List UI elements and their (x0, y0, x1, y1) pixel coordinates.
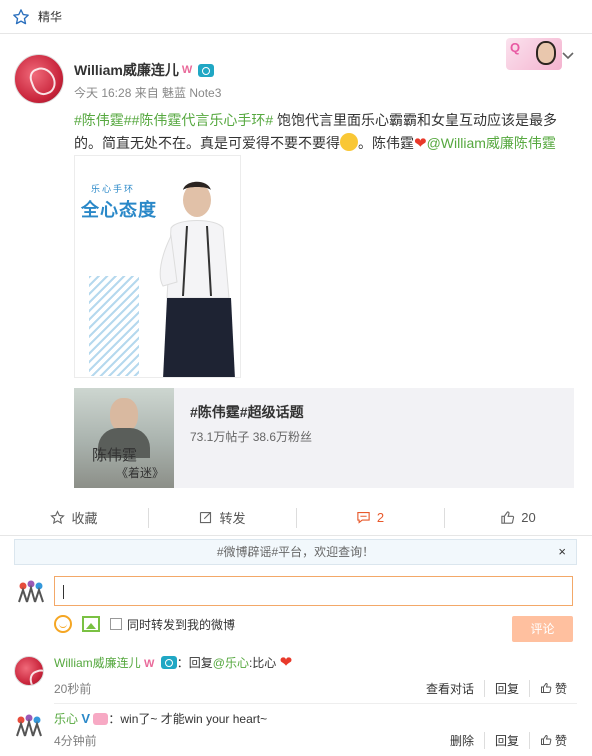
post-content: William威廉连儿 W 今天 16:28 来自 魅蓝 Note3 #陈伟霆#… (74, 60, 574, 155)
comment-item: William威廉连儿 W ：回复@乐心:比心 ❤ 20秒前 查看对话 回复 赞 (14, 654, 577, 700)
repost-button[interactable]: 转发 (148, 500, 296, 535)
card-q-glyph: Q (510, 40, 521, 55)
comment-button[interactable]: 2 (296, 500, 444, 535)
action-bar: 收藏 转发 2 20 (0, 500, 592, 536)
author-name[interactable]: William威廉连儿 (74, 60, 179, 80)
favorite-button[interactable]: 收藏 (0, 500, 148, 535)
comment-text: :比心 (248, 656, 277, 670)
comment-body: 乐心 V ：win了~ 才能win your heart~ (54, 710, 267, 728)
post-text: #陈伟霆##陈伟霆代言乐心手环# 饱饱代言里面乐心霸霸和女皇互动应该是最多的。简… (74, 109, 574, 155)
comment-icon (357, 511, 370, 524)
reply-link[interactable]: 回复 (483, 732, 529, 749)
comment-count: 2 (376, 510, 385, 525)
topic-card-stats: 73.1万帖子 38.6万粉丝 (190, 430, 313, 444)
topic-link[interactable]: #陈伟霆代言乐心手环# (132, 112, 274, 128)
like-count: 20 (521, 510, 536, 525)
top-bar-label: 精华 (38, 10, 63, 24)
like-link-label: 赞 (554, 682, 567, 696)
topic-link[interactable]: #陈伟霆# (74, 112, 132, 128)
heart-badge-icon[interactable] (93, 713, 109, 725)
comment-ops: 删除 回复 赞 (440, 732, 577, 749)
favorite-label: 收藏 (71, 511, 98, 526)
heart-emoji-icon: ❤ (414, 135, 427, 152)
commenter-name[interactable]: William威廉连儿 (54, 656, 141, 670)
like-link[interactable]: 赞 (528, 680, 577, 697)
repost-label: 转发 (219, 511, 246, 526)
poster-tag: 乐心手环 (91, 184, 136, 194)
repost-icon (200, 511, 212, 524)
like-link-label: 赞 (554, 734, 567, 748)
like-button[interactable]: 20 (444, 500, 592, 535)
divider (54, 703, 577, 704)
repost-checkbox[interactable] (110, 618, 122, 630)
submit-comment-button[interactable]: 评论 (512, 616, 573, 642)
comment-body: William威廉连儿 W ：回复@乐心:比心 ❤ (54, 654, 292, 673)
laugh-cry-emoji-icon (340, 133, 358, 151)
comment-time: 20秒前 (54, 682, 92, 696)
topic-card-title[interactable]: #陈伟霆#超级话题 (190, 402, 304, 422)
close-icon[interactable]: × (558, 540, 566, 564)
post-image[interactable]: 乐心手环 全心态度 (74, 155, 241, 378)
topic-card[interactable]: 陈伟霆 《着迷》 #陈伟霆#超级话题 73.1万帖子 38.6万粉丝 (74, 388, 574, 488)
thumbs-up-icon (540, 682, 552, 693)
star-icon (13, 8, 29, 24)
comment-text: ：win了~ 才能win your heart~ (108, 712, 268, 726)
post-meta: 今天 16:28 来自 魅蓝 Note3 (74, 86, 222, 100)
commenter-avatar[interactable] (14, 656, 44, 686)
camera-badge-icon[interactable] (160, 656, 177, 669)
poster-person (159, 181, 235, 377)
commenter-avatar[interactable] (14, 712, 44, 742)
current-user-avatar[interactable] (16, 578, 46, 608)
comment-time: 4分钟前 (54, 734, 97, 748)
view-conversation-link[interactable]: 查看对话 (416, 680, 484, 697)
vip-badge-icon[interactable]: W (182, 64, 195, 76)
reply-link[interactable]: 回复 (483, 680, 529, 697)
star-icon (50, 510, 66, 525)
comment-input[interactable] (54, 576, 573, 606)
mention-link[interactable]: @William威廉陈伟霆 (427, 135, 556, 151)
poster-headline: 全心态度 (81, 200, 157, 220)
author-avatar[interactable] (14, 54, 64, 104)
commenter-name[interactable]: 乐心 (54, 712, 78, 726)
camera-badge-icon[interactable] (197, 63, 214, 77)
thumb-title: 陈伟霆 (92, 446, 138, 464)
top-bar: 精华 (0, 0, 592, 34)
notice-text[interactable]: #微博辟谣#平台，欢迎查询！ (217, 545, 374, 559)
comment-text: ：回复 (176, 656, 213, 670)
emoji-picker-icon[interactable] (54, 615, 72, 633)
composer-tools: 同时转发到我的微博 (54, 614, 235, 634)
thumb-subtitle: 《着迷》 (116, 466, 165, 480)
heart-emoji-icon: ❤ (279, 654, 293, 671)
comment-ops: 查看对话 回复 赞 (416, 680, 577, 697)
verified-icon[interactable]: V (81, 711, 90, 726)
repost-checkbox-label[interactable]: 同时转发到我的微博 (127, 616, 235, 633)
thumbs-up-icon (501, 511, 515, 524)
post-text-body: 。陈伟霆 (358, 135, 414, 151)
topic-thumbnail: 陈伟霆 《着迷》 (74, 388, 174, 488)
vip-badge-icon[interactable]: W (144, 658, 154, 670)
mention-link[interactable]: @乐心 (213, 656, 249, 670)
poster-pattern (89, 276, 139, 376)
chevron-down-icon[interactable] (562, 52, 574, 60)
notice-banner: #微博辟谣#平台，欢迎查询！ × (14, 539, 577, 565)
thumbs-up-icon (540, 734, 552, 745)
delete-link[interactable]: 删除 (440, 732, 484, 749)
comment-item: 乐心 V ：win了~ 才能win your heart~ 4分钟前 删除 回复… (14, 710, 577, 756)
like-link[interactable]: 赞 (528, 732, 577, 749)
image-upload-icon[interactable] (82, 616, 100, 632)
